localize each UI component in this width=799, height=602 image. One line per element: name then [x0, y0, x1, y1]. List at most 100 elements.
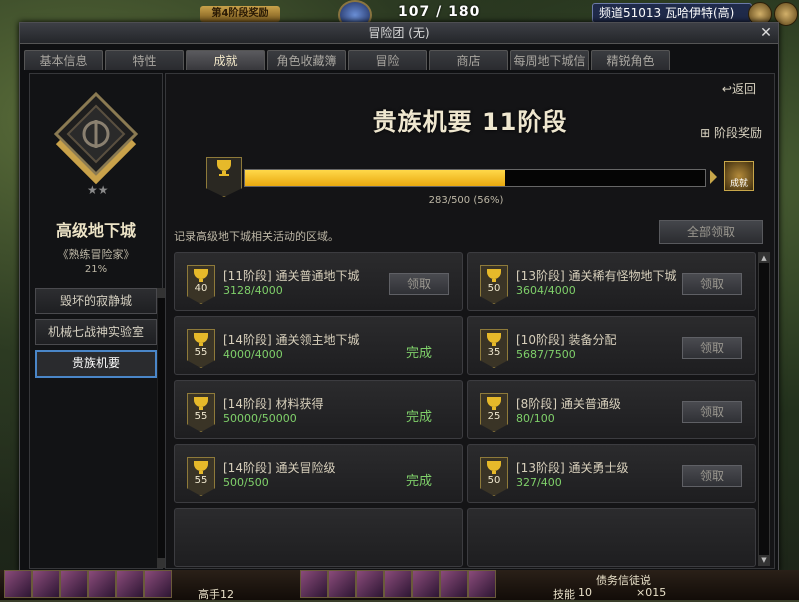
- skill-slot-icon[interactable]: [440, 570, 468, 598]
- category-item-ruined-city[interactable]: 毁坏的寂静城: [35, 288, 157, 314]
- achievement-card: 35 [10阶段] 装备分配 5687/7500 领取: [467, 316, 756, 375]
- hud-stage-banner: 第4阶段奖励: [200, 6, 280, 22]
- achievement-card: 55 [14阶段] 材料获得 50000/50000 完成: [174, 380, 463, 439]
- skill-slot-icon[interactable]: [88, 570, 116, 598]
- tab-character-collection[interactable]: 角色收藏簿: [267, 50, 346, 70]
- achievement-card: 55 [14阶段] 通关领主地下城 4000/4000 完成: [174, 316, 463, 375]
- skill-slot-icon[interactable]: [60, 570, 88, 598]
- gift-icon: ⊞: [700, 126, 714, 140]
- achievement-title: [10阶段] 装备分配: [516, 333, 617, 347]
- trophy-level-icon: 25: [480, 393, 508, 432]
- claim-button[interactable]: 领取: [682, 401, 742, 423]
- achievement-title: [8阶段] 通关普通级: [516, 397, 621, 411]
- achievement-card: 40 [11阶段] 通关普通地下城 3128/4000 领取: [174, 252, 463, 311]
- svg-text:★★: ★★: [87, 183, 109, 197]
- phase-progress-bar: [244, 169, 706, 187]
- skill-slot-icon[interactable]: [116, 570, 144, 598]
- claim-button[interactable]: 领取: [389, 273, 449, 295]
- skill-slot-icon[interactable]: [412, 570, 440, 598]
- tab-traits[interactable]: 特性: [105, 50, 184, 70]
- achievement-grid: 40 [11阶段] 通关普通地下城 3128/4000 领取 50 [13阶段]…: [174, 252, 756, 567]
- progress-arrow-icon: [710, 170, 717, 184]
- empty-card-slot: [174, 508, 463, 567]
- bottom-skill-bar: 高手12 技能 10 债务信徒说 ×015: [0, 570, 799, 601]
- achievement-progress: 50000/50000: [223, 412, 297, 425]
- window-title: 冒险团 (无): [20, 23, 778, 44]
- achievement-progress: 3128/4000: [223, 284, 283, 297]
- skill-slot-icon[interactable]: [4, 570, 32, 598]
- return-icon: ↩: [721, 82, 732, 96]
- trophy-level-icon: 50: [480, 457, 508, 496]
- phase-progress-fill: [245, 170, 506, 186]
- channel-indicator[interactable]: 频道51013 瓦哈伊特(高): [592, 3, 752, 23]
- achievement-title: [11阶段] 通关普通地下城: [223, 269, 360, 283]
- achievement-progress: 5687/7500: [516, 348, 576, 361]
- top-hud: 第4阶段奖励 107 / 180 频道51013 瓦哈伊特(高): [0, 0, 799, 30]
- phase-reward-label: 阶段奖励: [713, 126, 762, 140]
- achievement-progress: 80/100: [516, 412, 555, 425]
- dungeon-emblem-icon: ★★: [53, 91, 139, 197]
- tab-bar: 基本信息 特性 成就 角色收藏簿 冒险 商店 每周地下城信息 精锐角色: [24, 50, 670, 88]
- skill-count: 10: [578, 586, 592, 599]
- trophy-level-icon: 55: [187, 329, 215, 368]
- claim-button[interactable]: 领取: [682, 465, 742, 487]
- hud-hp-readout: 107 / 180: [398, 4, 481, 20]
- trophy-level-icon: 35: [480, 329, 508, 368]
- scroll-up-icon[interactable]: ▲: [759, 253, 769, 263]
- achievement-progress: 4000/4000: [223, 348, 283, 361]
- phase-reward-chest[interactable]: 成就: [724, 161, 754, 191]
- achievement-title: [13阶段] 通关稀有怪物地下城: [516, 269, 677, 283]
- skill-slot-icon[interactable]: [356, 570, 384, 598]
- claim-all-button[interactable]: 全部领取: [659, 220, 763, 244]
- tab-adventure[interactable]: 冒险: [348, 50, 427, 70]
- trophy-level-icon: 40: [187, 265, 215, 304]
- skill-slot-icon[interactable]: [328, 570, 356, 598]
- close-icon[interactable]: ✕: [758, 24, 774, 42]
- empty-card-slot: [467, 508, 756, 567]
- complete-status: 完成: [405, 474, 432, 489]
- trophy-level-icon: 50: [480, 265, 508, 304]
- tab-achievements[interactable]: 成就: [186, 50, 265, 70]
- category-item-lab[interactable]: 机械七战神实验室: [35, 319, 157, 345]
- return-button[interactable]: ↩返回: [722, 80, 756, 97]
- adventure-team-window: 冒险团 (无) ✕ 基本信息 特性 成就 角色收藏簿 冒险 商店 每周地下城信息…: [19, 22, 779, 572]
- skill-slot-icon[interactable]: [468, 570, 496, 598]
- achievement-scrollbar[interactable]: ▲ ▼: [758, 252, 770, 566]
- complete-status: 完成: [405, 346, 432, 361]
- claim-button[interactable]: 领取: [682, 273, 742, 295]
- return-label: 返回: [731, 82, 756, 96]
- category-list: 毁坏的寂静城 机械七战神实验室 贵族机要: [35, 288, 157, 383]
- skill-slot-icon[interactable]: [144, 570, 172, 598]
- phase-progress-text: 283/500 (56%): [428, 195, 504, 206]
- tab-weekly-dungeon[interactable]: 每周地下城信息: [510, 50, 589, 88]
- category-item-noble-secret[interactable]: 贵族机要: [35, 350, 157, 378]
- trophy-level-icon: 55: [187, 457, 215, 496]
- achievement-title: [14阶段] 通关领主地下城: [223, 333, 360, 347]
- phase-title: 贵族机要 11阶段: [372, 108, 568, 136]
- skill-slot-icon[interactable]: [300, 570, 328, 598]
- achievement-title: [14阶段] 材料获得: [223, 397, 324, 411]
- achievement-title: [13阶段] 通关勇士级: [516, 461, 629, 475]
- achievement-card: 25 [8阶段] 通关普通级 80/100 领取: [467, 380, 756, 439]
- achievement-panel: ↩返回 贵族机要 11阶段 ⊞ 阶段奖励 成就 283/500 (56%) 记录…: [165, 73, 775, 569]
- achievement-progress: 3604/4000: [516, 284, 576, 297]
- achievement-title: [14阶段] 通关冒险级: [223, 461, 336, 475]
- skill-slot-icon[interactable]: [384, 570, 412, 598]
- category-title: 高级地下城: [55, 221, 136, 240]
- panel-description: 记录高级地下城相关活动的区域。: [174, 230, 339, 243]
- achievement-card: 50 [13阶段] 通关勇士级 327/400 领取: [467, 444, 756, 503]
- claim-button[interactable]: 领取: [682, 337, 742, 359]
- skill-slot-icon[interactable]: [32, 570, 60, 598]
- category-percent: 21%: [84, 264, 108, 275]
- tab-shop[interactable]: 商店: [429, 50, 508, 70]
- achievement-card: 55 [14阶段] 通关冒险级 500/500 完成: [174, 444, 463, 503]
- scroll-down-icon[interactable]: ▼: [759, 555, 769, 565]
- category-rank: 《熟练冒险家》: [57, 248, 135, 261]
- tab-basic-info[interactable]: 基本信息: [24, 50, 103, 70]
- tab-elite-characters[interactable]: 精锐角色: [591, 50, 670, 70]
- phase-reward-button[interactable]: ⊞ 阶段奖励: [700, 124, 762, 141]
- item-count: ×015: [636, 586, 667, 599]
- achievement-card: 50 [13阶段] 通关稀有怪物地下城 3604/4000 领取: [467, 252, 756, 311]
- trophy-level-icon: 55: [187, 393, 215, 432]
- reward-chest-label: 成就: [729, 179, 748, 189]
